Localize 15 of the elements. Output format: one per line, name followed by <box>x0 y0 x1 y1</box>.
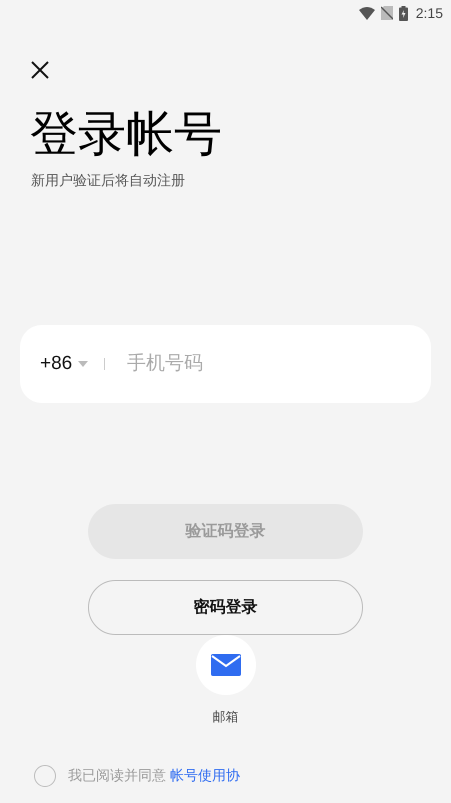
agreement-link[interactable]: 帐号使用协 <box>170 765 240 786</box>
no-sim-icon <box>380 6 393 20</box>
agreement-checkbox[interactable] <box>34 764 56 786</box>
country-code[interactable]: +86 <box>40 350 72 378</box>
status-time: 2:15 <box>416 4 443 22</box>
email-label: 邮箱 <box>212 708 238 726</box>
page-title: 登录帐号 <box>30 105 223 164</box>
phone-field[interactable]: +86 手机号码 <box>20 325 431 403</box>
wifi-icon <box>358 6 375 20</box>
mail-icon <box>210 654 240 676</box>
dropdown-caret-icon <box>78 361 88 367</box>
battery-charging-icon <box>398 6 408 20</box>
login-button[interactable]: 密码登录 <box>88 580 363 635</box>
subtitle: 新用户验证后将自动注册 <box>31 171 186 190</box>
agreement-text: 我已阅读并同意 <box>68 766 166 785</box>
